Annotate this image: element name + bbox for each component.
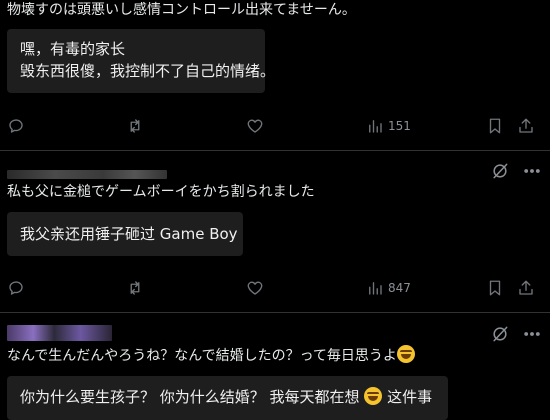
bookmark-button[interactable] — [486, 276, 504, 300]
post-text: 物壊すのは頭悪いし感情コントロール出来てませーん。 — [7, 2, 356, 18]
share-icon — [519, 280, 533, 295]
repost-icon — [130, 119, 140, 133]
post-actions: 847 — [0, 276, 550, 300]
post-text: 私も父に金槌でゲームボーイをかち割られました — [7, 184, 315, 200]
share-button[interactable] — [517, 114, 535, 138]
post-divider — [0, 150, 550, 151]
translation-line-prefix: 你为什么要生孩子？ 你为什么结婚？ 我每天都在想 — [20, 388, 360, 406]
repost-button[interactable] — [126, 276, 144, 300]
heart-icon — [247, 119, 263, 133]
translation-line: 我父亲还用锤子砸过 Game Boy — [20, 225, 238, 243]
like-button[interactable] — [246, 276, 264, 300]
author-name-blurred[interactable] — [7, 325, 112, 341]
rolling-laughing-emoji — [396, 345, 415, 363]
more-icon[interactable] — [522, 324, 542, 344]
translation-box: 嘿，有毒的家长 毁东西很傻，我控制不了自己的情绪。 — [7, 29, 276, 93]
post-top-actions — [490, 161, 542, 181]
translation-box: 我父亲还用锤子砸过 Game Boy — [7, 212, 243, 256]
grok-icon[interactable] — [490, 324, 510, 344]
views-count: 847 — [388, 281, 411, 295]
post-actions: 151 — [0, 114, 550, 138]
views-button[interactable]: 847 — [366, 276, 411, 300]
repost-button[interactable] — [126, 114, 144, 138]
translation-line: 嘿，有毒的家长 — [20, 40, 126, 58]
reply-icon — [9, 119, 23, 133]
rolling-laughing-emoji — [364, 387, 383, 405]
grok-icon[interactable] — [490, 161, 510, 181]
share-button[interactable] — [517, 276, 535, 300]
reply-icon — [9, 281, 23, 295]
translation-box: 你为什么要生孩子？ 你为什么结婚？ 我每天都在想 这件事 — [7, 376, 448, 420]
bookmark-icon — [489, 280, 501, 296]
post-text: なんで生んだんやろうね？なんで結婚したの？って毎日思うよ — [7, 345, 415, 366]
reply-button[interactable] — [7, 276, 25, 300]
like-button[interactable] — [246, 114, 264, 138]
post-text-body: なんで生んだんやろうね？なんで結婚したの？って毎日思うよ — [7, 348, 397, 364]
post-divider — [0, 312, 550, 313]
post-top-actions — [490, 324, 542, 344]
reply-button[interactable] — [7, 114, 25, 138]
author-name-blurred[interactable] — [7, 170, 167, 179]
bookmark-icon — [489, 118, 501, 134]
translation-line: 毁东西很傻，我控制不了自己的情绪。 — [20, 62, 276, 80]
translation-line-suffix: 这件事 — [387, 388, 433, 406]
bookmark-button[interactable] — [486, 114, 504, 138]
heart-icon — [247, 281, 263, 295]
share-icon — [519, 118, 533, 133]
views-button[interactable]: 151 — [366, 114, 411, 138]
repost-icon — [130, 281, 140, 295]
views-chart-icon — [369, 120, 382, 133]
views-count: 151 — [388, 119, 411, 133]
more-icon[interactable] — [522, 161, 542, 181]
views-chart-icon — [369, 282, 382, 295]
